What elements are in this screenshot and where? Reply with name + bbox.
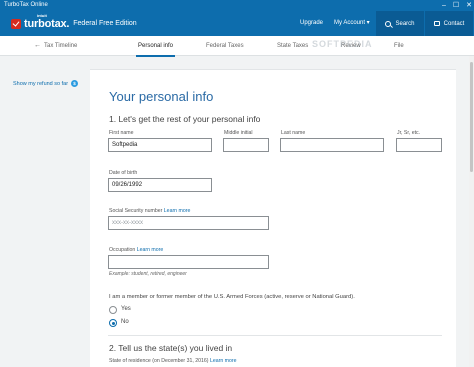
checkmark-logo-icon: [11, 18, 21, 29]
window-titlebar: TurboTax Online: [0, 0, 474, 11]
edition-label: Federal Free Edition: [73, 20, 137, 27]
tab-file[interactable]: File: [394, 36, 404, 56]
middle-initial-label: Middle initial: [224, 130, 253, 136]
section-2-title: 2. Tell us the state(s) you lived in: [109, 343, 233, 353]
military-yes-label: Yes: [121, 306, 131, 312]
ssn-learn-more-link[interactable]: Learn more: [164, 208, 191, 214]
contact-label: Contact: [443, 20, 465, 27]
suffix-label: Jr, Sr, etc.: [397, 130, 421, 136]
scrollbar-thumb[interactable]: [470, 62, 473, 172]
page-title: Your personal info: [109, 89, 214, 104]
minimize-button[interactable]: –: [442, 0, 446, 11]
app-header: intuit turbotax. Federal Free Edition Up…: [0, 11, 474, 36]
occupation-label: Occupation Learn more: [109, 247, 163, 253]
occupation-learn-more-link[interactable]: Learn more: [137, 247, 164, 253]
ssn-field[interactable]: xxx-xx-xxxx: [108, 216, 269, 230]
maximize-button[interactable]: ☐: [453, 0, 459, 11]
tax-timeline-back-link[interactable]: ← Tax Timeline: [34, 36, 77, 56]
softpedia-watermark: SOFTPEDIA: [312, 39, 373, 49]
window-controls: – ☐ ✕: [442, 0, 472, 11]
turbotax-logo[interactable]: intuit turbotax. Federal Free Edition: [11, 13, 137, 32]
dob-label: Date of birth: [109, 170, 138, 176]
search-icon: [385, 20, 392, 27]
section-divider: [108, 335, 442, 336]
middle-initial-field[interactable]: [223, 138, 269, 152]
refund-so-far-link[interactable]: Show my refund so far $: [13, 80, 79, 87]
occupation-field[interactable]: [108, 255, 269, 269]
last-name-label: Last name: [281, 130, 306, 136]
tab-federal-taxes[interactable]: Federal Taxes: [206, 36, 244, 56]
back-arrow-icon: ←: [34, 42, 41, 49]
occupation-hint: Example: student, retired, engineer: [109, 271, 187, 277]
occupation-label-text: Occupation: [109, 247, 136, 253]
tab-state-taxes[interactable]: State Taxes: [277, 36, 308, 56]
logo-text: turbotax.: [24, 17, 70, 30]
my-account-menu[interactable]: My Account ▾: [334, 11, 370, 36]
refund-dollar-icon: $: [71, 80, 79, 87]
suffix-field[interactable]: [396, 138, 442, 152]
tab-personal-info[interactable]: Personal info: [135, 36, 176, 57]
contact-button[interactable]: Contact: [425, 11, 473, 36]
last-name-field[interactable]: [280, 138, 384, 152]
military-yes-radio[interactable]: [109, 306, 117, 314]
state-learn-more-link[interactable]: Learn more: [210, 358, 237, 364]
search-button[interactable]: Search: [376, 11, 424, 36]
personal-info-card: Your personal info 1. Let's get the rest…: [90, 69, 456, 367]
tax-timeline-label: Tax Timeline: [44, 43, 78, 49]
refund-link-label: Show my refund so far: [13, 80, 69, 87]
contact-icon: [433, 21, 440, 26]
intuit-wordmark: intuit: [37, 13, 47, 18]
military-no-radio[interactable]: [109, 319, 117, 327]
first-name-label: First name: [109, 130, 134, 136]
ssn-label: Social Security number Learn more: [109, 208, 190, 214]
first-name-field[interactable]: Softpedia: [108, 138, 212, 152]
ssn-label-text: Social Security number: [109, 208, 163, 214]
window-title: TurboTax Online: [4, 2, 48, 8]
upgrade-link[interactable]: Upgrade: [300, 11, 323, 36]
vertical-scrollbar[interactable]: [469, 56, 474, 367]
military-question: I am a member or former member of the U.…: [109, 294, 355, 300]
dob-field[interactable]: 09/26/1992: [108, 178, 212, 192]
state-residence-label: State of residence (on December 31, 2016…: [109, 358, 236, 364]
section-1-title: 1. Let's get the rest of your personal i…: [109, 114, 261, 124]
close-button[interactable]: ✕: [466, 0, 472, 11]
state-residence-label-text: State of residence (on December 31, 2016…: [109, 358, 209, 364]
progress-tabs: ← Tax Timeline Personal info Federal Taxe…: [0, 36, 474, 57]
search-label: Search: [395, 20, 415, 27]
military-no-label: No: [121, 319, 129, 325]
